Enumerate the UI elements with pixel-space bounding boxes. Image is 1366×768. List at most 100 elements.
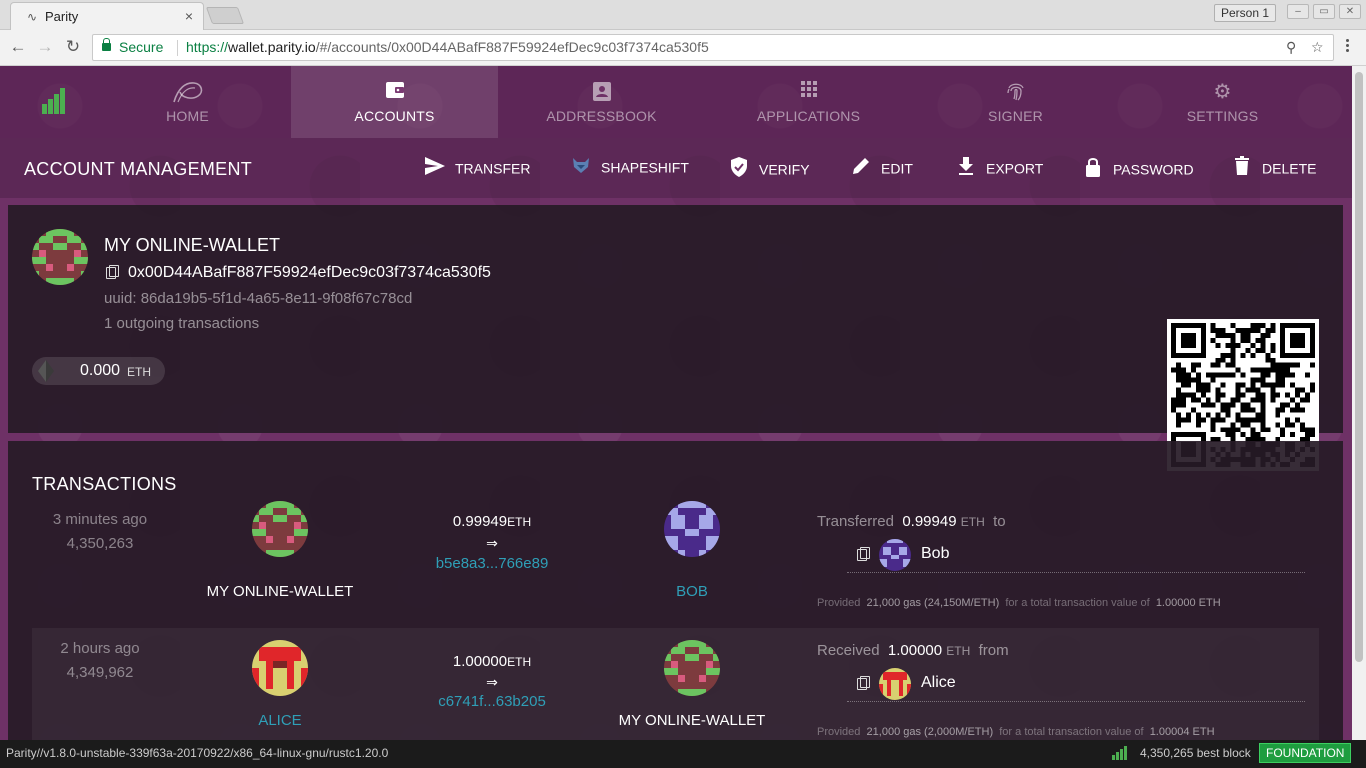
url-text[interactable]: https://wallet.parity.io/#/accounts/0x00… [186, 39, 709, 55]
account-uuid: uuid: 86da19b5-5f1d-4a65-8e11-9f08f67c78… [104, 290, 413, 307]
site-settings-icon[interactable]: ⚲ [1286, 39, 1296, 56]
browser-menu-icon[interactable] [1346, 39, 1350, 54]
counterparty-avatar [879, 539, 911, 571]
tab-home[interactable]: HOME [84, 66, 291, 138]
page-title: ACCOUNT MANAGEMENT [24, 159, 253, 179]
transactions-heading: TRANSACTIONS [32, 474, 177, 494]
edit-button[interactable]: EDIT [849, 156, 913, 180]
bookmark-star-icon[interactable]: ☆ [1311, 39, 1324, 56]
counterparty-avatar [879, 668, 911, 700]
tx-from-name: MY ONLINE-WALLET [206, 583, 354, 600]
copy-address-icon[interactable] [106, 265, 119, 279]
reload-icon[interactable]: ↻ [63, 37, 83, 57]
verify-button[interactable]: VERIFY [727, 156, 810, 180]
fox-icon [569, 156, 593, 179]
gear-icon: ⚙ [1213, 81, 1232, 103]
browser-tab[interactable]: ∿ Parity × [10, 2, 204, 30]
tx-to-avatar [664, 501, 720, 557]
tab-close-icon[interactable]: × [185, 8, 193, 24]
send-icon [423, 156, 447, 181]
verify-label: VERIFY [759, 161, 810, 178]
apps-grid-icon [705, 80, 912, 104]
tx-gas-info: Provided 21,000 gas (2,000M/ETH) for a t… [817, 726, 1215, 738]
wallet-icon [291, 80, 498, 106]
balance-unit: ETH [127, 365, 151, 379]
tab-applications[interactable]: APPLICATIONS [705, 66, 912, 138]
tx-to-name[interactable]: BOB [592, 583, 792, 600]
tx-time: 2 hours ago [60, 640, 140, 657]
pencil-icon [849, 156, 873, 181]
delete-label: DELETE [1262, 160, 1317, 177]
delete-button[interactable]: DELETE [1230, 156, 1316, 180]
tx-gas-info: Provided 21,000 gas (24,150M/ETH) for a … [817, 597, 1221, 609]
profile-button[interactable]: Person 1 [1214, 4, 1277, 22]
ethereum-icon [36, 359, 56, 383]
parity-favicon-icon: ∿ [27, 10, 38, 24]
transfer-button[interactable]: TRANSFER [423, 156, 530, 180]
tab-settings-label: SETTINGS [1186, 108, 1259, 124]
shapeshift-label: SHAPESHIFT [601, 159, 689, 176]
tab-home-label: HOME [166, 108, 209, 124]
sync-signal-icon [1112, 746, 1127, 760]
window-close-icon[interactable]: ✕ [1339, 4, 1361, 19]
copy-address-icon[interactable] [857, 547, 870, 561]
best-block: 4,350,265 best block [1140, 746, 1251, 760]
copy-address-icon[interactable] [857, 676, 870, 690]
tab-title: Parity [45, 9, 79, 24]
minimize-icon[interactable]: – [1287, 4, 1309, 19]
password-label: PASSWORD [1113, 161, 1194, 178]
export-button[interactable]: EXPORT [954, 156, 1043, 180]
balance-value: 0.000 [80, 362, 121, 379]
chain-badge: FOUNDATION [1259, 743, 1352, 763]
shapeshift-button[interactable]: SHAPESHIFT [569, 156, 689, 180]
account-name: MY ONLINE-WALLET [104, 235, 281, 255]
tx-from-avatar [252, 640, 308, 696]
address-bar[interactable]: Secure https://wallet.parity.io/#/accoun… [92, 34, 1334, 61]
tab-signer-label: SIGNER [988, 108, 1043, 124]
maximize-icon[interactable]: ▭ [1313, 4, 1335, 19]
tx-arrow: ⇒ [486, 535, 498, 551]
top-navigation: HOME ACCOUNTS ADDRESSBOOK APPLICATIONS S… [0, 66, 1352, 138]
tx-counterparty: Alice [847, 664, 1305, 702]
tx-amount: 0.99949ETH [452, 513, 532, 530]
transfer-label: TRANSFER [455, 160, 531, 177]
account-tx-count: 1 outgoing transactions [104, 315, 260, 332]
lock-icon [1081, 156, 1105, 183]
tx-block-number: 4,349,962 [66, 664, 134, 681]
download-icon [954, 156, 978, 181]
transaction-row: 3 minutes ago 4,350,263 MY ONLINE-WALLET… [32, 501, 1319, 628]
counterparty-name: Bob [921, 545, 950, 562]
tx-amount: 1.00000ETH [452, 653, 532, 670]
tab-accounts-label: ACCOUNTS [354, 108, 435, 124]
tab-accounts[interactable]: ACCOUNTS [291, 66, 498, 138]
scrollbar-thumb[interactable] [1355, 72, 1363, 662]
forward-icon[interactable]: → [35, 37, 55, 57]
tx-time: 3 minutes ago [52, 511, 148, 528]
back-icon[interactable]: ← [8, 37, 28, 57]
tab-addressbook[interactable]: ADDRESSBOOK [498, 66, 705, 138]
tx-summary: Transferred 0.99949 ETH to [817, 513, 1006, 530]
status-bar: Parity//v1.8.0-unstable-339f63a-20170922… [0, 740, 1366, 768]
parity-app: HOME ACCOUNTS ADDRESSBOOK APPLICATIONS S… [0, 66, 1352, 740]
tab-settings[interactable]: ⚙ SETTINGS [1119, 66, 1326, 138]
new-tab-button[interactable] [205, 7, 245, 24]
transaction-row: 2 hours ago 4,349,962 ALICE 1.00000ETH ⇒… [32, 628, 1319, 740]
account-card: MY ONLINE-WALLET 0x00D44ABafF887F59924ef… [8, 205, 1343, 471]
tx-hash-link[interactable]: b5e8a3...766e89 [412, 555, 572, 572]
lock-icon [102, 38, 111, 51]
tx-to-avatar [664, 640, 720, 696]
tx-to-name: MY ONLINE-WALLET [618, 712, 766, 729]
tx-summary: Received 1.00000 ETH from [817, 642, 1009, 659]
tx-arrow: ⇒ [486, 674, 498, 690]
contacts-icon [498, 80, 705, 108]
page-scrollbar[interactable] [1352, 66, 1366, 740]
parity-logo-icon [84, 80, 291, 110]
password-button[interactable]: PASSWORD [1081, 156, 1194, 180]
tab-signer[interactable]: SIGNER [912, 66, 1119, 138]
tx-from-name[interactable]: ALICE [180, 712, 380, 729]
account-avatar [32, 229, 88, 285]
signal-strength-icon [38, 86, 68, 114]
tx-counterparty: Bob [847, 535, 1305, 573]
tab-applications-label: APPLICATIONS [756, 108, 861, 124]
tx-hash-link[interactable]: c6741f...63b205 [412, 693, 572, 710]
